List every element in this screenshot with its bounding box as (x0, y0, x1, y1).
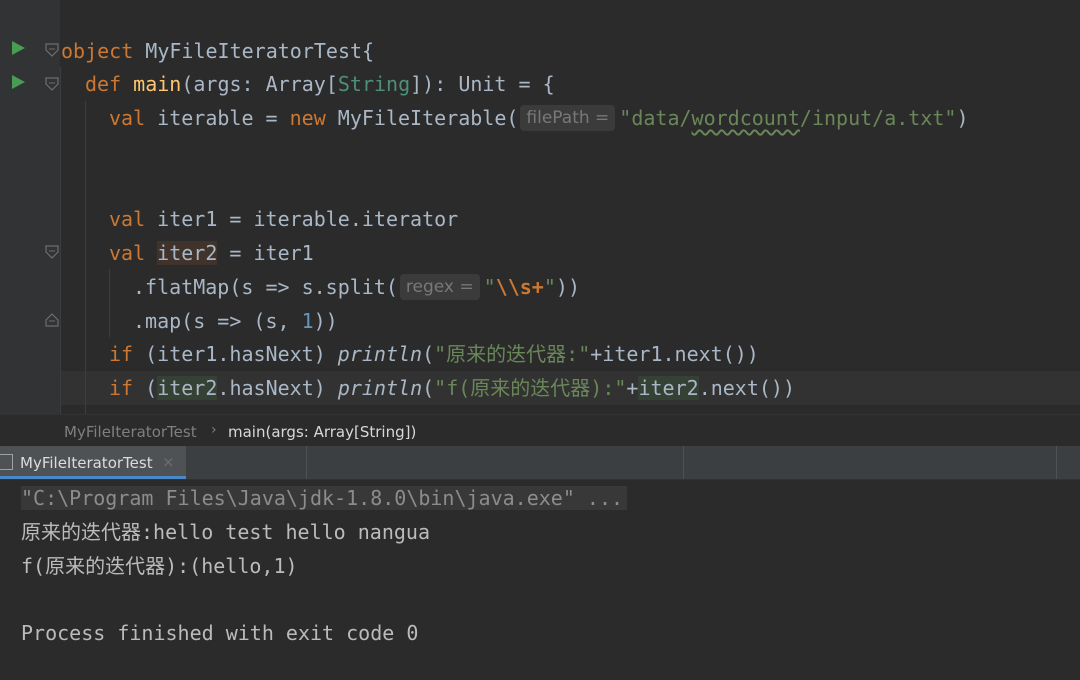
breadcrumb-separator: › (211, 422, 217, 438)
code-text: .next()) (698, 376, 796, 400)
console-output[interactable]: "C:\Program Files\Java\jdk-1.8.0\bin\jav… (0, 480, 1080, 680)
code-text: .map(s => (s, (133, 309, 302, 333)
parameter-hint: regex = (399, 273, 480, 300)
code-line-1[interactable]: object MyFileIteratorTest{ (61, 34, 374, 68)
class-name: MyFileIterable( (325, 106, 519, 130)
string-literal: "原来的迭代器:" (434, 342, 591, 366)
keyword: if (109, 342, 134, 366)
object-name: MyFileIteratorTest (145, 39, 363, 63)
code-line-7[interactable]: .map(s => (s, 1)) (133, 304, 338, 338)
tab-run-config[interactable]: MyFileIteratorTest × (0, 446, 186, 479)
function-call: println (337, 342, 423, 366)
function-call: println (337, 376, 423, 400)
divider (1056, 446, 1057, 479)
code-text: .hasNext) (217, 376, 338, 400)
code-text: = iter1 (217, 241, 314, 265)
code-line-2[interactable]: def main(args: Array[String]): Unit = { (85, 67, 555, 101)
code-text: .flatMap(s => s.split( (133, 275, 398, 299)
console-output-line-2: f(原来的迭代器):(hello,1) (21, 554, 298, 578)
string-literal: "data/ (619, 106, 692, 130)
code-line-3[interactable]: val iterable = new MyFileIterable(filePa… (109, 101, 969, 135)
spell-warning: wordcount (691, 106, 800, 130)
code-line-8[interactable]: if (iter1.hasNext) println("原来的迭代器:"+ite… (109, 337, 759, 371)
fold-main-icon[interactable] (44, 76, 60, 92)
breadcrumb: MyFileIteratorTest › main(args: Array[St… (0, 414, 1080, 447)
code-text: + (626, 376, 639, 400)
parameter-hint: filePath = (520, 104, 616, 131)
return-type: Unit (458, 72, 507, 96)
params: (args: Array[ (181, 72, 338, 96)
escape-sequence: \\s+ (495, 275, 544, 299)
brace: { (362, 39, 375, 63)
string-literal: " (483, 275, 496, 299)
code-line-4[interactable]: val iter1 = iterable.iterator (109, 202, 458, 236)
code-text: +iter1.next()) (590, 342, 759, 366)
keyword: val (109, 207, 146, 231)
variable-highlight: iter2 (157, 376, 218, 400)
code-text: ( (422, 376, 435, 400)
code-text: iter1 = iterable.iterator (145, 207, 459, 231)
type-name: String (337, 72, 411, 96)
keyword: val (109, 106, 146, 130)
active-tab-indicator (0, 476, 186, 479)
code-line-5[interactable]: val iter2 = iter1 (109, 236, 314, 270)
code-line-9[interactable]: if (iter2.hasNext) println("f(原来的迭代器):"+… (109, 371, 795, 405)
indent-guide (85, 101, 86, 414)
keyword: if (109, 376, 134, 400)
run-main-icon[interactable] (12, 75, 25, 89)
editor-gutter[interactable] (0, 0, 60, 414)
run-tool-tabbar: MyFileIteratorTest × (0, 446, 1080, 480)
fold-chain-end-icon[interactable] (44, 312, 60, 328)
code-text: (iter1.hasNext) (133, 342, 338, 366)
params: ]): (410, 72, 459, 96)
breadcrumb-item-object[interactable]: MyFileIteratorTest (64, 423, 197, 441)
code-text: )) (313, 309, 338, 333)
process-exit-message: Process finished with exit code 0 (21, 621, 419, 645)
indent-guide (109, 269, 110, 337)
code-line-6[interactable]: .flatMap(s => s.split(regex = "\\s+")) (133, 270, 580, 304)
keyword: def (85, 72, 122, 96)
variable-highlight: iter2 (157, 241, 218, 265)
divider (683, 446, 684, 479)
console-output-line-1: 原来的迭代器:hello test hello nangua (21, 520, 430, 544)
code-text: )) (555, 275, 580, 299)
code-text: ( (133, 376, 158, 400)
keyword: object (61, 39, 134, 63)
string-literal: " (543, 275, 556, 299)
fold-chain-start-icon[interactable] (44, 244, 60, 260)
code-text: ( (422, 342, 435, 366)
number-literal: 1 (301, 309, 314, 333)
divider (306, 446, 307, 479)
keyword: val (109, 241, 146, 265)
fold-object-icon[interactable] (44, 42, 60, 58)
console-command-line: "C:\Program Files\Java\jdk-1.8.0\bin\jav… (21, 481, 628, 515)
java-command[interactable]: "C:\Program Files\Java\jdk-1.8.0\bin\jav… (21, 486, 628, 510)
breadcrumb-item-method[interactable]: main(args: Array[String]) (228, 423, 416, 441)
tab-label: MyFileIteratorTest (20, 454, 153, 472)
console-icon (0, 454, 13, 470)
run-object-icon[interactable] (12, 41, 25, 55)
keyword: new (289, 106, 326, 130)
string-literal: /input/a.txt" (799, 106, 957, 130)
variable-highlight: iter2 (638, 376, 699, 400)
string-literal: "f(原来的迭代器):" (434, 376, 627, 400)
code-editor[interactable]: object MyFileIteratorTest{ def main(args… (0, 0, 1080, 414)
code-text: = { (506, 72, 555, 96)
code-text: iterable = (145, 106, 290, 130)
close-icon[interactable]: × (162, 453, 175, 471)
function-name: main (133, 72, 182, 96)
code-text: ) (956, 106, 969, 130)
indent-guide (60, 67, 61, 414)
